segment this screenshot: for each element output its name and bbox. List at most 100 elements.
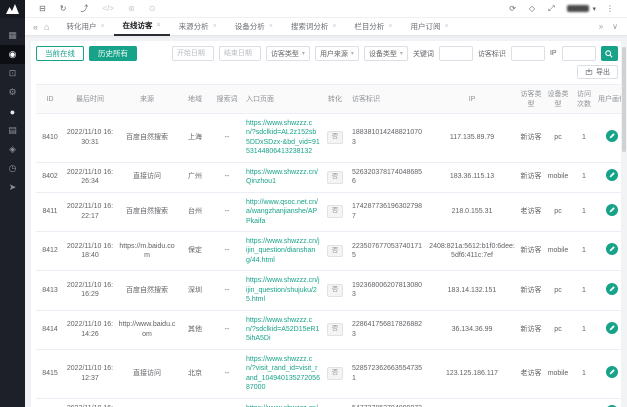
cell-region: 保定 xyxy=(178,231,212,270)
edit-profile-button[interactable] xyxy=(606,204,618,216)
col-last-time: 最后时间 xyxy=(64,85,116,114)
tab-user-subscription[interactable]: 用户订阅 × xyxy=(402,18,458,36)
table-row: 8410 2022/11/10 16:30:31 百度自然搜索 上海 -- ht… xyxy=(36,114,627,163)
app-logo-icon xyxy=(0,0,25,18)
scrollbar-thumb[interactable] xyxy=(622,47,626,152)
user-menu[interactable]: ▾ xyxy=(567,5,596,13)
ip-label: IP xyxy=(550,50,557,57)
close-icon[interactable]: × xyxy=(445,23,449,30)
tab-search-term-analysis[interactable]: 搜索词分析 × xyxy=(282,18,346,36)
sidebar-item-cloud-icon[interactable]: ● xyxy=(0,102,25,121)
cell-visitor-type: 老访客 xyxy=(518,349,544,398)
cell-ip: 123.125.186.76 xyxy=(426,398,518,407)
col-conversion: 转化 xyxy=(322,85,348,114)
table-row: 8412 2022/11/10 16:18:40 https://m.baidu… xyxy=(36,231,627,270)
keyword-input[interactable] xyxy=(439,46,473,61)
tab-online-visitors[interactable]: 在线访客 × xyxy=(114,18,170,36)
cell-ip: 2408:821a:5612:b1f0:6dee:5df6:411c:7ef xyxy=(426,231,518,270)
tab-conversion-users[interactable]: 转化用户 × xyxy=(57,18,113,36)
edit-pencil-icon xyxy=(606,366,618,378)
entry-page-link[interactable]: https://www.shwzzz.cn/?visit_rand_id=vis… xyxy=(246,355,320,393)
vertical-scrollbar xyxy=(621,41,627,407)
cell-last-time: 2022/11/10 16:12:37 xyxy=(64,349,116,398)
entry-page-link[interactable]: https://www.shwzzz.cn/Qinzhou1 xyxy=(246,168,320,187)
edit-profile-button[interactable] xyxy=(606,322,618,334)
edit-profile-button[interactable] xyxy=(606,130,618,142)
cell-visitor-id: 2235076770537401715 xyxy=(348,231,426,270)
sidebar-item-clock-icon[interactable]: ◷ xyxy=(0,159,25,178)
col-device-type: 设备类型 xyxy=(544,85,572,114)
tab-source-analysis[interactable]: 来源分析 × xyxy=(170,18,226,36)
device-type-select[interactable]: 设备类型 ▾ xyxy=(364,46,408,61)
cell-source: 直接访问 xyxy=(116,398,178,407)
close-icon[interactable]: × xyxy=(269,23,273,30)
refresh-icon[interactable]: ↻ xyxy=(60,5,67,13)
code-icon[interactable]: </> xyxy=(102,5,114,13)
close-icon[interactable]: × xyxy=(213,23,217,30)
kebab-menu-icon[interactable]: ⋮ xyxy=(606,5,614,13)
edit-profile-button[interactable] xyxy=(606,243,618,255)
visitor-id-input[interactable] xyxy=(511,46,545,61)
sidebar-item-gear-icon[interactable]: ⚙ xyxy=(0,83,25,102)
user-source-select[interactable]: 用户来源 ▾ xyxy=(315,46,359,61)
cell-visitor-type: 新访客 xyxy=(518,271,544,310)
cell-visit-count: 1 xyxy=(572,310,596,349)
chevron-down-icon: ▾ xyxy=(302,50,305,57)
share-icon[interactable]: ⤴ xyxy=(80,5,88,13)
start-date-input[interactable] xyxy=(172,46,214,61)
cell-id: 8414 xyxy=(36,310,64,349)
tabs-collapse-icon[interactable]: ∨ xyxy=(612,22,618,31)
cell-region: 广州 xyxy=(178,162,212,192)
entry-page-link[interactable]: https://www.shwzzz.cn/jijin_question/shu… xyxy=(246,276,320,304)
entry-page-link[interactable]: https://www.shwzzz.cn/?sdclkid=A52D15eR1… xyxy=(246,316,320,344)
close-icon[interactable]: × xyxy=(157,22,161,29)
home-icon[interactable]: ⌂ xyxy=(44,22,49,32)
conversion-badge: 否 xyxy=(327,131,344,144)
cell-ip: 183.14.132.151 xyxy=(426,271,518,310)
search-button[interactable] xyxy=(601,46,618,61)
entry-page-link[interactable]: https://www.shwzzz.cn/jijin_question/dia… xyxy=(246,237,320,265)
cell-visit-count: 1 xyxy=(572,162,596,192)
keyword-label: 关键词 xyxy=(413,49,434,59)
entry-page-link[interactable]: http://www.qsoc.net.cn/a/wangzhanjianshe… xyxy=(246,198,320,226)
close-icon[interactable]: × xyxy=(388,23,392,30)
sidebar-item-send-icon[interactable]: ➤ xyxy=(0,178,25,197)
sidebar-item-document-icon[interactable]: ▤ xyxy=(0,121,25,140)
cell-keyword: -- xyxy=(212,271,242,310)
end-date-input[interactable] xyxy=(219,46,261,61)
export-button[interactable]: 导出 xyxy=(577,65,618,79)
edit-profile-button[interactable] xyxy=(606,169,618,181)
history-all-button[interactable]: 历史所有 xyxy=(89,46,137,61)
key-icon[interactable]: ⊙ xyxy=(149,5,156,13)
chevron-down-icon: ▾ xyxy=(351,50,354,57)
tab-device-analysis[interactable]: 设备分析 × xyxy=(226,18,282,36)
cell-visitor-id: 5477378527840098731 xyxy=(348,398,426,407)
sidebar-item-lock-icon[interactable]: ◈ xyxy=(0,140,25,159)
sync-icon[interactable]: ⟳ xyxy=(509,5,516,13)
menu-icon[interactable]: ⊟ xyxy=(39,5,46,13)
visitor-type-select[interactable]: 访客类型 ▾ xyxy=(266,46,310,61)
close-icon[interactable]: × xyxy=(100,23,104,30)
entry-page-link[interactable]: https://www.shwzzz.cn/news/hyxw/1114.htm… xyxy=(246,404,320,407)
edit-pencil-icon xyxy=(606,169,618,181)
fullscreen-icon[interactable]: ⤢ xyxy=(548,5,554,13)
ip-input[interactable] xyxy=(562,46,596,61)
sidebar-item-building-icon[interactable]: ▦ xyxy=(0,26,25,45)
tabs-scroll-left-icon[interactable]: « xyxy=(33,22,38,32)
tab-label: 栏目分析 xyxy=(354,21,384,32)
cell-visitor-id: 1883810142488210703 xyxy=(348,114,426,163)
edit-pencil-icon xyxy=(606,322,618,334)
edit-profile-button[interactable] xyxy=(606,366,618,378)
sidebar-item-location-pin-icon[interactable]: ◉ xyxy=(0,45,25,64)
sidebar-item-monitor-icon[interactable]: ⊡ xyxy=(0,64,25,83)
tabs-scroll-right-icon[interactable]: » xyxy=(599,22,603,31)
table-row: 8411 2022/11/10 16:22:17 百度自然搜索 台州 -- ht… xyxy=(36,192,627,231)
entry-page-link[interactable]: https://www.shwzzz.cn/?sdclkid=AL2z152sb… xyxy=(246,119,320,157)
edit-profile-button[interactable] xyxy=(606,283,618,295)
link-icon[interactable]: ⊛ xyxy=(128,5,135,13)
close-icon[interactable]: × xyxy=(332,23,336,30)
current-online-button[interactable]: 当前在线 xyxy=(36,46,84,61)
conversion-badge: 否 xyxy=(327,323,344,336)
tab-column-analysis[interactable]: 栏目分析 × xyxy=(345,18,401,36)
tag-icon[interactable]: ◇ xyxy=(529,5,535,13)
